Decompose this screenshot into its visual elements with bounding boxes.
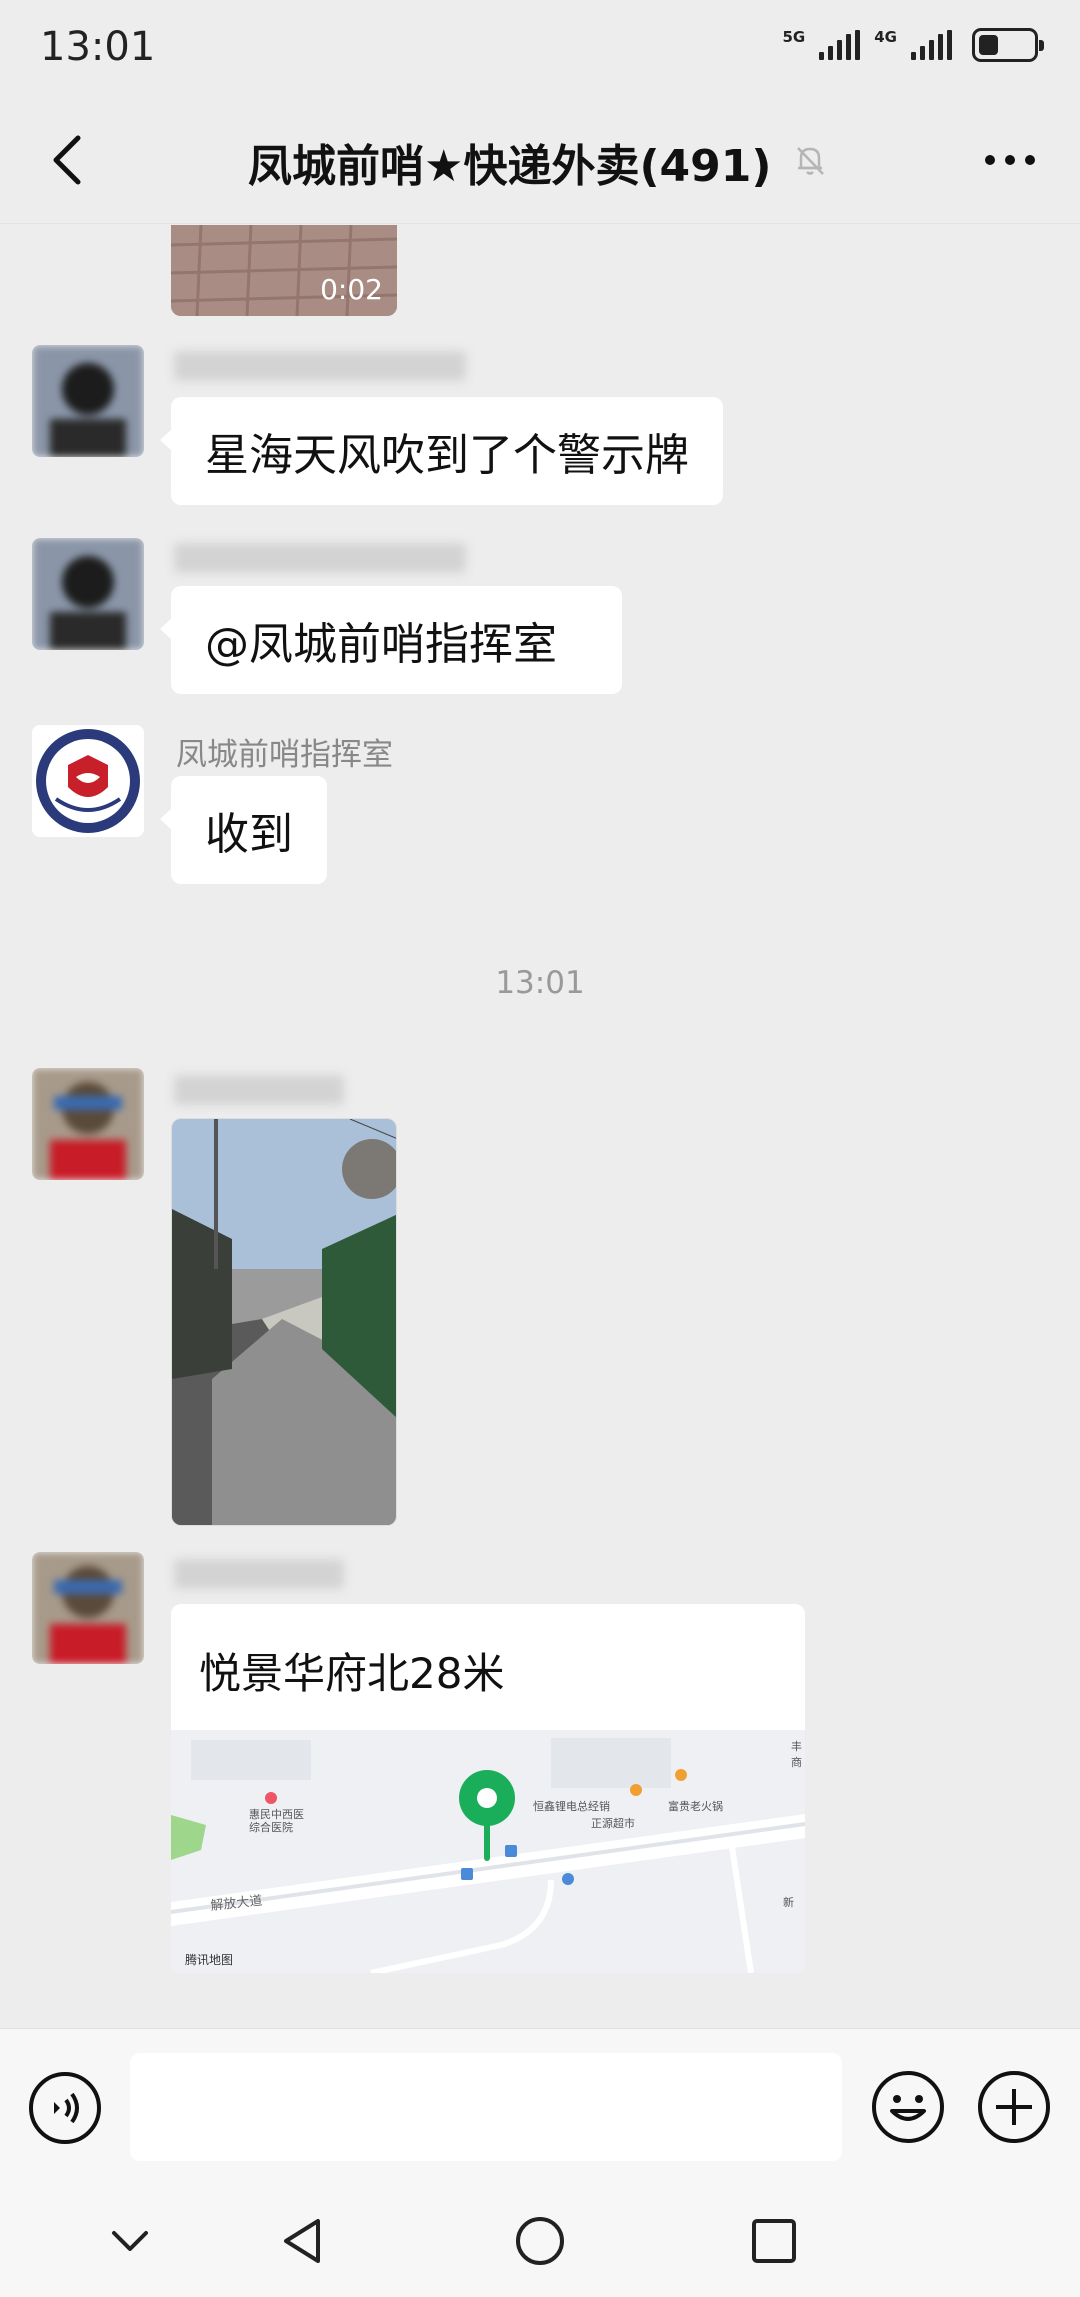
image-message[interactable] bbox=[171, 1118, 397, 1526]
map-label-shop: 富贵老火锅 bbox=[668, 1799, 723, 1813]
sender-name: 凤城前哨指挥室 bbox=[176, 737, 393, 773]
home-circle-icon[interactable] bbox=[510, 2211, 570, 2271]
network-4g-label: 4G bbox=[874, 27, 897, 46]
sender-name-redacted bbox=[174, 1075, 344, 1105]
map-label: 丰 bbox=[791, 1740, 802, 1753]
battery-level bbox=[979, 35, 998, 55]
network-5g-label: 5G bbox=[782, 27, 806, 46]
location-title: 悦景华府北28米 bbox=[199, 1649, 505, 1698]
location-message[interactable]: 悦景华府北28米 惠民中西医综合医院 恒鑫锂电总经销 富贵老火锅 正源超市 解放… bbox=[171, 1604, 805, 1973]
message-list[interactable]: 0:02 星海天风吹到了个警示牌 @凤城前哨指挥室 凤城前哨指挥室 收到 13:… bbox=[0, 225, 1080, 2028]
time-divider: 13:01 bbox=[495, 965, 585, 1001]
bell-off-icon bbox=[797, 147, 824, 175]
status-time: 13:01 bbox=[40, 24, 156, 70]
badge-logo-icon bbox=[32, 725, 144, 837]
map-label-shop: 恒鑫锂电总经销 bbox=[533, 1799, 610, 1813]
sender-name-redacted bbox=[174, 1559, 344, 1589]
video-duration: 0:02 bbox=[320, 273, 383, 306]
back-triangle-icon[interactable] bbox=[274, 2211, 334, 2271]
status-indicators: 5G 4G bbox=[782, 27, 1044, 62]
message-bubble[interactable]: @凤城前哨指挥室 bbox=[160, 586, 622, 694]
map-brand-label: 腾讯地图 bbox=[185, 1952, 233, 1967]
battery-icon bbox=[972, 28, 1044, 62]
voice-icon[interactable] bbox=[28, 2071, 102, 2145]
signal-icon bbox=[911, 30, 952, 60]
chat-header: 凤城前哨★快递外卖(491) bbox=[0, 96, 1080, 224]
map-label: 新 bbox=[783, 1895, 794, 1909]
message-input[interactable] bbox=[130, 2053, 842, 2161]
plus-icon[interactable] bbox=[976, 2069, 1052, 2145]
chevron-down-icon[interactable] bbox=[100, 2211, 160, 2271]
chat-title: 凤城前哨★快递外卖(491) bbox=[248, 141, 772, 192]
avatar[interactable] bbox=[32, 725, 144, 837]
message-bubble[interactable]: 星海天风吹到了个警示牌 bbox=[160, 397, 723, 505]
photo-street bbox=[172, 1119, 396, 1525]
system-nav-bar bbox=[0, 2185, 1080, 2297]
signal-icon bbox=[819, 30, 861, 60]
video-message[interactable]: 0:02 bbox=[171, 225, 397, 316]
back-button[interactable] bbox=[36, 128, 100, 192]
avatar[interactable] bbox=[32, 538, 144, 650]
avatar[interactable] bbox=[32, 1068, 144, 1180]
emoji-icon[interactable] bbox=[870, 2069, 946, 2145]
status-bar: 13:01 5G 4G bbox=[0, 0, 1080, 96]
sender-name-redacted bbox=[174, 351, 466, 381]
more-dots-icon bbox=[985, 155, 995, 165]
sender-name-redacted bbox=[174, 543, 466, 573]
avatar[interactable] bbox=[32, 345, 144, 457]
chevron-left-icon bbox=[53, 135, 81, 185]
avatar[interactable] bbox=[32, 1552, 144, 1664]
more-button[interactable] bbox=[974, 136, 1046, 184]
location-map: 惠民中西医综合医院 恒鑫锂电总经销 富贵老火锅 正源超市 解放大道 丰 商 新 … bbox=[171, 1730, 805, 1973]
message-bubble[interactable]: 收到 bbox=[160, 776, 327, 884]
map-label-market: 正源超市 bbox=[591, 1816, 635, 1830]
map-label: 商 bbox=[791, 1755, 802, 1769]
input-bar bbox=[0, 2028, 1080, 2185]
recents-square-icon[interactable] bbox=[744, 2211, 804, 2271]
